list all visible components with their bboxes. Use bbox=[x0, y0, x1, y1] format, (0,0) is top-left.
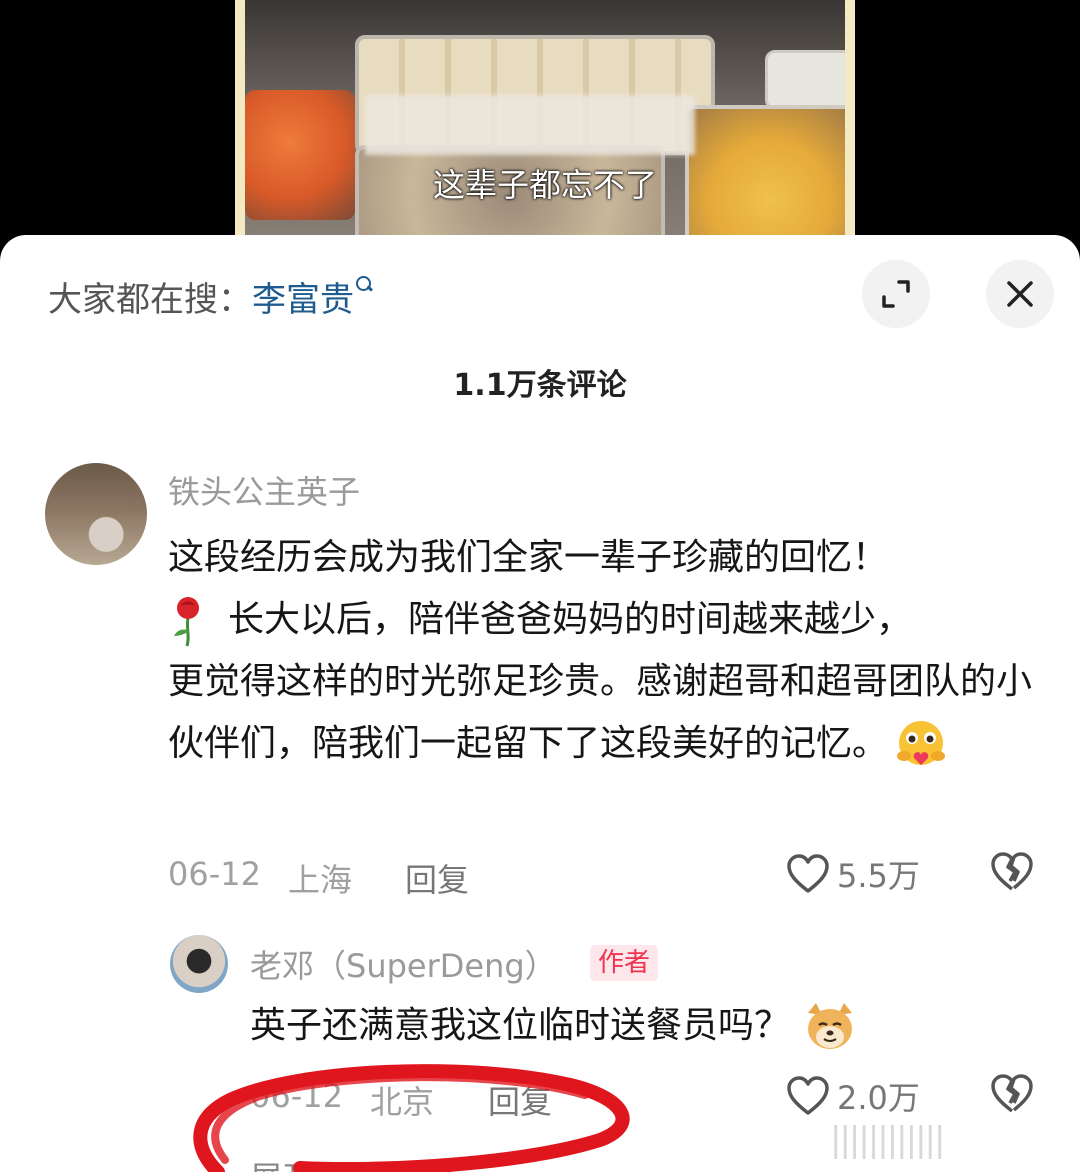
author-badge: 作者 bbox=[590, 945, 659, 981]
reply-location: 北京 bbox=[370, 1083, 435, 1121]
blurred-region bbox=[365, 95, 695, 155]
comment-line-2: 长大以后，陪伴爸爸妈妈的时间越来越少， bbox=[168, 589, 1048, 651]
reply-avatar[interactable] bbox=[170, 935, 228, 993]
like-button[interactable]: 5.5万 bbox=[785, 851, 920, 897]
comment-line-2-text: 长大以后，陪伴爸爸妈妈的时间越来越少， bbox=[228, 599, 913, 640]
rose-emoji-icon bbox=[174, 597, 199, 647]
heart-icon bbox=[787, 854, 829, 893]
trending-search[interactable]: 大家都在搜：李富贵 bbox=[48, 272, 374, 321]
reply-button[interactable]: 回复 bbox=[405, 855, 469, 901]
blurred-watermark: |||||||||||| bbox=[830, 1120, 945, 1160]
expand-icon bbox=[882, 280, 910, 308]
expand-button[interactable] bbox=[862, 260, 930, 328]
video-frame: 这辈子都忘不了 bbox=[235, 0, 855, 260]
reply-dislike-button[interactable] bbox=[990, 1073, 1034, 1119]
video-subtitle: 这辈子都忘不了 bbox=[432, 166, 657, 204]
broken-heart-icon bbox=[991, 852, 1033, 891]
comment-rest: 更觉得这样的时光弥足珍贵。感谢超哥和超哥团队的小伙伴们，陪我们一起留下了这段美好… bbox=[168, 651, 1048, 775]
heart-icon bbox=[787, 1076, 829, 1115]
search-prefix: 大家都在搜： bbox=[48, 280, 252, 320]
reply-reply-button[interactable]: 回复 bbox=[488, 1077, 552, 1123]
expand-replies-link[interactable]: 展开15条回复 bbox=[250, 1153, 451, 1172]
reply-text: 英子还满意我这位临时送餐员吗？ bbox=[250, 995, 1050, 1057]
avatar[interactable] bbox=[45, 463, 147, 565]
close-icon bbox=[1007, 281, 1033, 307]
search-keyword-link[interactable]: 李富贵 bbox=[252, 280, 354, 320]
comment-count-title: 1.1万条评论 bbox=[453, 368, 627, 403]
video-player[interactable]: 这辈子都忘不了 bbox=[0, 0, 1080, 260]
broken-heart-icon bbox=[991, 1074, 1033, 1113]
video-content: 这辈子都忘不了 bbox=[245, 0, 845, 260]
reply-like-count: 2.0万 bbox=[837, 1079, 920, 1117]
comment-date: 06-12 bbox=[168, 855, 261, 893]
hug-emoji-icon bbox=[897, 721, 946, 765]
dislike-button[interactable] bbox=[990, 851, 1034, 897]
reply-like-button[interactable]: 2.0万 bbox=[785, 1073, 920, 1119]
search-icon bbox=[354, 272, 374, 306]
comment-line-1: 这段经历会成为我们全家一辈子珍藏的回忆！ bbox=[168, 537, 889, 578]
reply-username[interactable]: 老邓（SuperDeng） bbox=[250, 941, 557, 987]
comment-location: 上海 bbox=[288, 861, 353, 899]
like-count: 5.5万 bbox=[837, 857, 920, 895]
close-button[interactable] bbox=[986, 260, 1054, 328]
reply-date: 06-12 bbox=[250, 1077, 343, 1115]
reply-text-content: 英子还满意我这位临时送餐员吗？ bbox=[250, 1005, 791, 1046]
doge-emoji-icon bbox=[808, 1003, 853, 1049]
food-container bbox=[765, 50, 845, 110]
comment-text: 这段经历会成为我们全家一辈子珍藏的回忆！ 长大以后，陪伴爸爸妈妈的时间越来越少，… bbox=[168, 527, 1048, 775]
comment-sheet: 大家都在搜：李富贵 1.1万条评论 铁头公主英子 这段经历会成为我们全家一辈子珍… bbox=[0, 235, 1080, 1172]
comment-username[interactable]: 铁头公主英子 bbox=[168, 467, 360, 513]
